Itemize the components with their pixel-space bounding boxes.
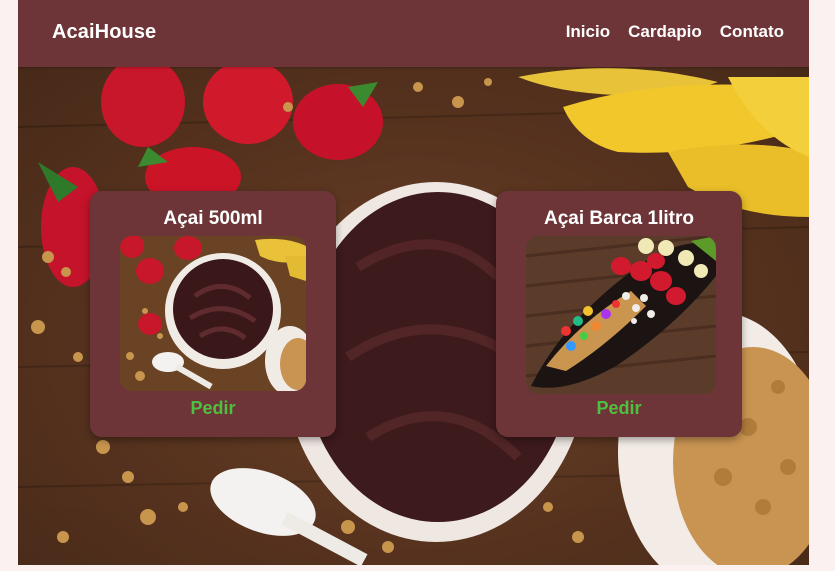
brand-logo[interactable]: AcaiHouse (52, 21, 156, 44)
nav-link-cardapio[interactable]: Cardapio (628, 22, 702, 42)
product-card: Açai 500ml Pedir (90, 191, 336, 437)
page: AcaiHouse Inicio Cardapio Contato Açai 5… (18, 0, 809, 565)
order-button[interactable]: Pedir (496, 398, 742, 419)
product-image (120, 236, 306, 391)
nav-links: Inicio Cardapio Contato (566, 22, 784, 42)
nav-link-contato[interactable]: Contato (720, 22, 784, 42)
product-image (526, 236, 716, 394)
navbar: AcaiHouse Inicio Cardapio Contato (18, 0, 809, 67)
product-title: Açai Barca 1litro (544, 208, 694, 229)
acai-boat-icon (526, 236, 716, 394)
nav-link-inicio[interactable]: Inicio (566, 22, 610, 42)
order-button[interactable]: Pedir (90, 398, 336, 419)
product-title: Açai 500ml (163, 208, 263, 229)
acai-cup-icon (120, 236, 306, 391)
product-card: Açai Barca 1litro Pedir (496, 191, 742, 437)
